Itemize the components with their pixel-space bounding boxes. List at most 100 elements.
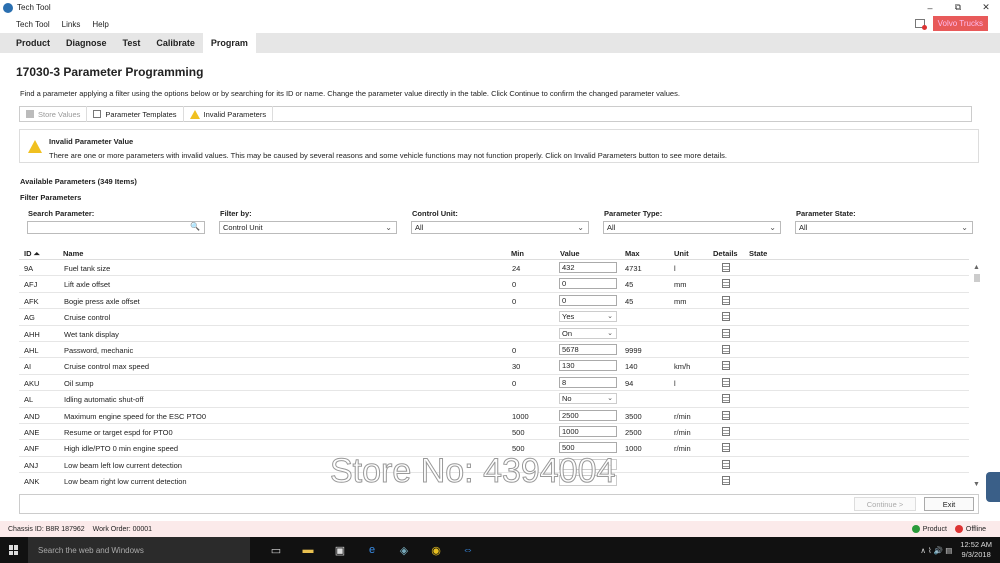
details-icon[interactable] [722,476,730,486]
tray-chevron-icon[interactable]: ∧ [920,546,926,555]
details-icon[interactable] [722,410,730,420]
table-row[interactable]: AHL Password, mechanic 0 5678 9999 [19,342,969,359]
tab-program[interactable]: Program [202,33,256,53]
search-input[interactable]: 🔍 [27,221,205,234]
notification-icon[interactable] [914,19,927,30]
param-value-input[interactable]: 2500 [559,409,617,421]
col-min[interactable]: Min [511,249,524,258]
param-value-input[interactable]: 1000 [559,426,617,437]
tab-calibrate[interactable]: Calibrate [148,33,203,53]
details-icon[interactable] [722,377,730,387]
param-value: 5678 [562,345,579,354]
teamviewer-icon[interactable]: ⇔ [452,537,484,563]
details-icon[interactable] [722,345,730,354]
details-icon[interactable] [722,263,730,272]
param-value-input[interactable]: 432 [559,262,617,273]
minimize-icon[interactable]: – [916,0,944,15]
windows-start-icon[interactable] [0,537,28,563]
table-row[interactable]: AND Maximum engine speed for the ESC PTO0… [19,408,969,424]
table-row[interactable]: AKU Oil sump 0 8 94 l [19,375,969,392]
search-icon[interactable]: 🔍 [190,222,200,231]
menu-tech-tool[interactable]: Tech Tool [16,20,50,29]
tech-tool-icon[interactable]: ◈ [388,537,420,563]
chevron-down-icon: ⌄ [607,313,613,321]
store-icon[interactable]: ▣ [324,537,356,563]
param-value-select[interactable]: No ⌄ [559,393,617,405]
param-unit: l [674,264,676,273]
param-value-select[interactable]: Yes ⌄ [559,311,617,323]
scroll-thumb[interactable] [974,274,980,282]
app-icon-yellow[interactable]: ◉ [420,537,452,563]
details-icon[interactable] [722,394,730,404]
main-tabs: Product Diagnose Test Calibrate Program [0,33,1000,53]
param-id: AND [24,411,40,421]
table-row[interactable]: AHH Wet tank display On ⌄ [19,326,969,342]
watermark: Store No: 4394004 [329,452,616,491]
col-value[interactable]: Value [560,249,580,258]
table-row[interactable]: AFJ Lift axle offset 0 0 45 mm [19,276,969,293]
maximize-icon[interactable]: ⧉ [944,0,972,15]
details-icon[interactable] [722,427,730,436]
details-icon[interactable] [722,459,730,469]
parameter-templates-button[interactable]: Parameter Templates [87,106,184,122]
exit-button[interactable]: Exit [924,497,974,511]
scroll-down-icon[interactable]: ▼ [973,481,980,488]
table-scrollbar[interactable]: ▲ ▼ [972,260,981,488]
taskbar-search[interactable]: Search the web and Windows [28,537,250,563]
continue-button[interactable]: Continue > [854,497,916,511]
param-value-input[interactable]: 130 [559,360,617,372]
param-id: ANK [24,477,40,487]
param-max: 9999 [625,346,642,355]
edge-icon[interactable]: e [356,537,388,563]
menu-links[interactable]: Links [62,20,81,29]
invalid-parameters-button[interactable]: Invalid Parameters [184,106,274,122]
table-row[interactable]: AI Cruise control max speed 30 130 140 km/h [19,358,969,375]
param-value-input[interactable]: 5678 [559,344,617,355]
volvo-trucks-button[interactable]: Volvo Trucks [932,16,988,31]
details-icon[interactable] [722,328,730,338]
col-unit[interactable]: Unit [674,249,689,258]
network-icon[interactable]: ⌇ [928,546,932,555]
tab-test[interactable]: Test [115,33,149,53]
details-icon[interactable] [722,312,730,322]
scroll-up-icon[interactable]: ▲ [973,264,980,271]
col-state[interactable]: State [749,249,767,258]
clock[interactable]: 12:52 AM 9/3/2018 [960,540,992,560]
store-values-button[interactable]: Store Values [20,106,88,122]
param-value-input[interactable]: 0 [559,294,617,306]
parameter-type-select[interactable]: All ⌄ [603,221,781,234]
filter-by-select[interactable]: Control Unit ⌄ [219,221,397,234]
menu-help[interactable]: Help [92,20,108,29]
param-value-input[interactable]: 0 [559,278,617,290]
col-details[interactable]: Details [713,249,738,258]
param-id: AKU [24,378,40,388]
col-name[interactable]: Name [63,249,83,258]
table-row[interactable]: 9A Fuel tank size 24 432 4731 l [19,260,969,277]
param-value-select[interactable]: On ⌄ [559,327,617,339]
control-unit-select[interactable]: All ⌄ [411,221,589,234]
tab-product[interactable]: Product [8,33,58,53]
details-icon[interactable] [722,295,730,305]
side-tab-icon[interactable] [986,472,1000,502]
param-max: 94 [625,378,634,388]
task-view-icon[interactable]: ▭ [260,537,292,563]
parameter-state-select[interactable]: All ⌄ [795,221,973,234]
col-max[interactable]: Max [625,249,640,258]
table-row[interactable]: AL Idling automatic shut-off No ⌄ [19,391,969,408]
volume-icon[interactable]: 🔊 [934,546,943,555]
table-row[interactable]: ANE Resume or target espd for PTO0 500 1000… [19,424,969,441]
tab-diagnose[interactable]: Diagnose [58,33,115,53]
file-explorer-icon[interactable]: ▬ [292,537,324,563]
param-value-input[interactable]: 8 [559,376,617,388]
table-row[interactable]: AFK Bogie press axle offset 0 0 45 mm [19,293,969,310]
details-icon[interactable] [722,443,730,453]
page-description: Find a parameter applying a filter using… [20,89,680,98]
details-icon[interactable] [722,279,730,289]
notification-center-icon[interactable]: ▤ [945,546,952,555]
details-icon[interactable] [722,361,730,371]
warning-title: Invalid Parameter Value [49,137,134,146]
close-icon[interactable]: ✕ [972,0,1000,15]
taskbar: Search the web and Windows ▭ ▬ ▣ e ◈ ◉ ⇔… [0,537,1000,563]
col-id[interactable]: ID ⏶ [24,249,40,259]
table-row[interactable]: AG Cruise control Yes ⌄ [19,309,969,326]
